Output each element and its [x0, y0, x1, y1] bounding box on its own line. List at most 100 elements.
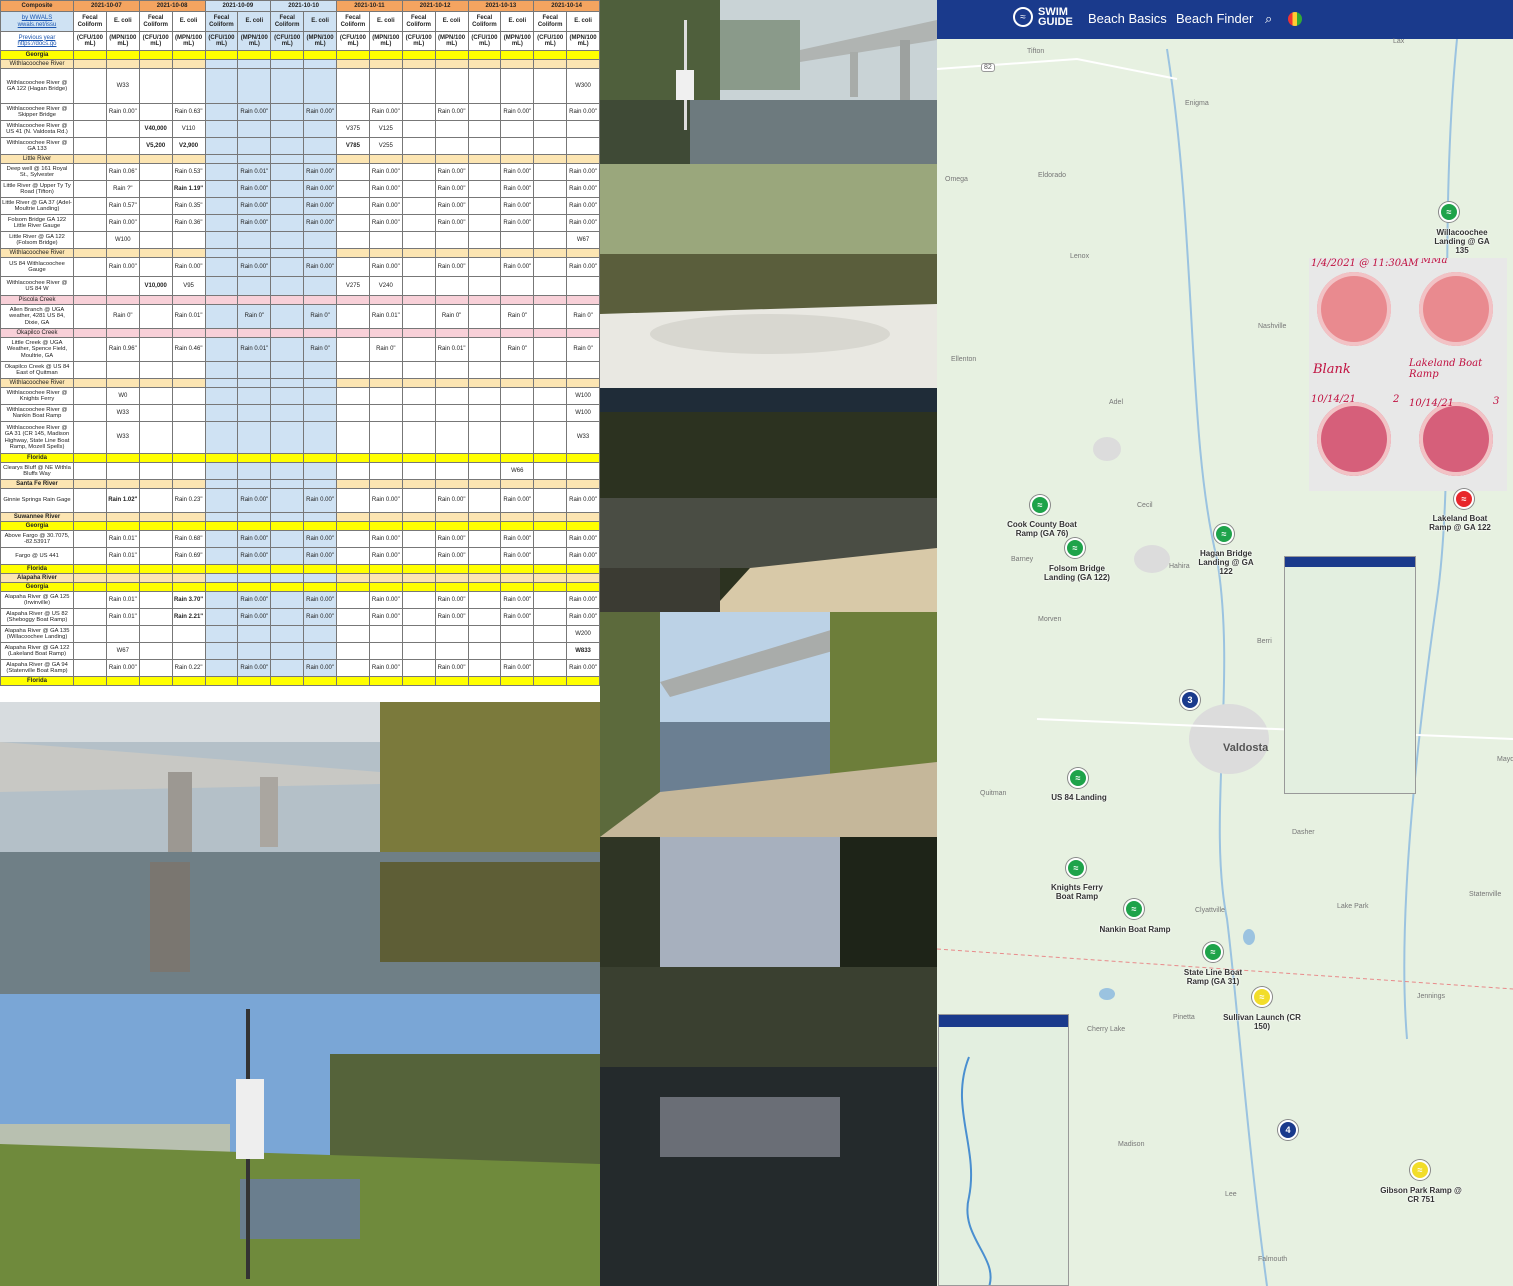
value-cell [336, 530, 370, 548]
swim-site-label[interactable]: Sullivan Launch (CR 150) [1223, 1013, 1301, 1031]
value-cell: Rain 0.01" [434, 337, 469, 362]
value-cell [303, 248, 337, 258]
value-cell [434, 154, 469, 164]
value-cell [566, 50, 600, 60]
value-cell [171, 361, 206, 379]
value-cell [533, 304, 568, 329]
cluster-marker[interactable]: 3 [1180, 690, 1200, 710]
water-quality-spreadsheet: Composite 2021-10-07 2021-10-08 2021-10-… [0, 0, 600, 702]
town-label: Tifton [1027, 48, 1045, 55]
swim-site-pin[interactable]: ≈ [1214, 524, 1234, 544]
cluster-marker[interactable]: 4 [1278, 1120, 1298, 1140]
value-cell [368, 512, 403, 522]
swim-site-label[interactable]: State Line Boat Ramp (GA 31) [1177, 968, 1249, 986]
value-cell [138, 479, 173, 489]
swim-site-label[interactable]: Hagan Bridge Landing @ GA 122 [1191, 549, 1261, 576]
value-cell [467, 180, 502, 198]
value-cell: V10,000 [138, 276, 173, 296]
value-cell [204, 248, 239, 258]
swim-site-label[interactable]: US 84 Landing [1042, 793, 1116, 802]
value-cell [73, 248, 107, 258]
value-cell [566, 248, 600, 258]
value-cell [270, 573, 305, 583]
value-cell [368, 625, 403, 643]
value-cell [434, 59, 469, 69]
value-cell [303, 404, 337, 422]
swimmer-icon: ≈ [1075, 773, 1081, 783]
nav-beach-finder[interactable]: Beach Finder [1176, 11, 1253, 26]
site-name: Little Creek @ UGA Weather, Spence Field… [0, 337, 74, 362]
value-cell [566, 328, 600, 338]
value-cell: Rain 0.00" [237, 197, 272, 215]
swim-site-label[interactable]: Willacoochee Landing @ GA 135 [1427, 228, 1497, 255]
value-cell [73, 453, 107, 463]
swim-guide-logo[interactable]: ≈ SWIM GUIDE [1013, 7, 1073, 28]
value-cell [467, 214, 502, 232]
swim-site-pin[interactable]: ≈ [1030, 495, 1050, 515]
swim-site-label[interactable]: Folsom Bridge Landing (GA 122) [1035, 564, 1119, 582]
value-cell [171, 421, 206, 454]
swim-site-label[interactable]: Knights Ferry Boat Ramp [1042, 883, 1112, 901]
value-cell: Rain 0.00" [500, 591, 535, 609]
value-cell [171, 387, 206, 405]
value-cell [303, 462, 337, 480]
value-cell [270, 421, 305, 454]
swim-site-pin[interactable]: ≈ [1203, 942, 1223, 962]
swim-site-label[interactable]: Nankin Boat Ramp [1091, 925, 1179, 934]
site-row: Withlacoochee River @ GA 133 V5,200 V2,900… [0, 137, 600, 155]
fecal-coliform-header: Fecal Coliform [533, 11, 568, 32]
town-label: Lee [1225, 1191, 1237, 1198]
wwals-link[interactable]: by WWALS wwals.net/issu [0, 11, 74, 32]
value-cell [401, 582, 436, 592]
value-cell [336, 547, 370, 565]
basin-section-row: Suwannee River [0, 512, 600, 522]
value-cell [533, 488, 568, 513]
value-cell [336, 328, 370, 338]
swim-site-label[interactable]: Gibson Park Ramp @ CR 751 [1377, 1186, 1465, 1204]
date-cell: 2021-10-14 [533, 0, 600, 12]
swim-site-pin[interactable]: ≈ [1068, 768, 1088, 788]
site-row: Withlacoochee River @ US 84 W V10,000 V95 V… [0, 276, 600, 296]
swim-site-label[interactable]: Cook County Boat Ramp (GA 76) [997, 520, 1087, 538]
value-cell [73, 257, 107, 277]
state-section-row: Florida [0, 453, 600, 463]
value-cell [533, 361, 568, 379]
swim-site-pin[interactable]: ≈ [1252, 987, 1272, 1007]
state-section-row: Florida [0, 564, 600, 574]
value-cell [533, 137, 568, 155]
value-cell [73, 154, 107, 164]
site-row: Ginnie Springs Rain Gage Rain 1.02" Rain 0… [0, 488, 600, 513]
swim-site-pin[interactable]: ≈ [1066, 858, 1086, 878]
value-cell [105, 378, 140, 388]
swim-guide-map[interactable]: ≈ SWIM GUIDE Beach Basics Beach Finder ⌕ … [937, 0, 1513, 1286]
language-icon[interactable] [1288, 12, 1302, 26]
value-cell: Rain 0.01" [237, 337, 272, 362]
swim-site-pin[interactable]: ≈ [1439, 202, 1459, 222]
swim-site-pin[interactable]: ≈ [1410, 1160, 1430, 1180]
value-cell [73, 59, 107, 69]
search-icon[interactable]: ⌕ [1265, 11, 1272, 27]
previous-year-link[interactable]: Previous year https://docs.go [0, 31, 74, 51]
value-cell [73, 361, 107, 379]
value-cell: W33 [105, 404, 140, 422]
value-cell [237, 453, 272, 463]
town-label: Lenox [1070, 253, 1090, 260]
swim-site-pin[interactable]: ≈ [1454, 489, 1474, 509]
value-cell [204, 154, 239, 164]
value-cell [401, 361, 436, 379]
value-cell [73, 378, 107, 388]
value-cell [138, 659, 173, 677]
value-cell [434, 453, 469, 463]
swim-site-pin[interactable]: ≈ [1065, 538, 1085, 558]
site-name: Withlacoochee River @ GA 31 (CR 145, Mad… [0, 421, 74, 454]
nav-beach-basics[interactable]: Beach Basics [1088, 11, 1167, 26]
unit-header: (MPN/100 mL) [500, 31, 535, 51]
value-cell [434, 276, 469, 296]
swim-site-label[interactable]: Lakeland Boat Ramp @ GA 122 [1425, 514, 1495, 532]
inset-map-screenshot [1284, 556, 1416, 794]
value-cell [467, 462, 502, 480]
value-cell [303, 68, 337, 104]
value-cell [237, 295, 272, 305]
value-cell [434, 328, 469, 338]
swim-site-pin[interactable]: ≈ [1124, 899, 1144, 919]
